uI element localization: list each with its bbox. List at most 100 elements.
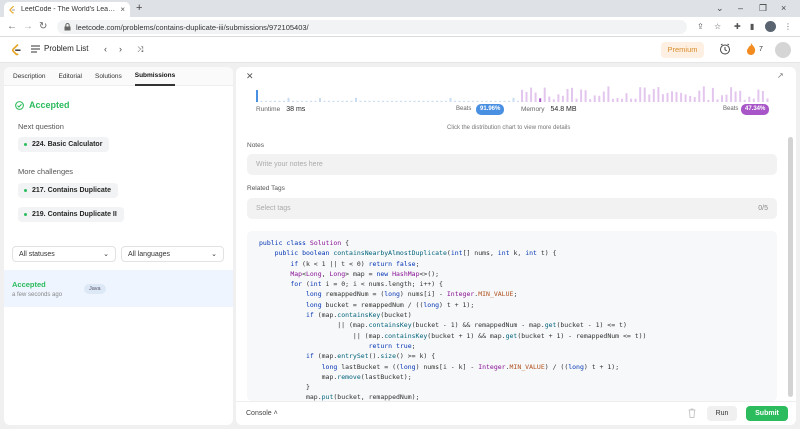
distribution-bar xyxy=(566,89,569,102)
tab-submissions[interactable]: Submissions xyxy=(134,67,176,86)
memory-beats-label: Beats xyxy=(723,106,739,112)
bookmark-star-icon[interactable]: ☆ xyxy=(714,21,721,33)
code-line: long remappedNum = (long) nums[i] - Inte… xyxy=(305,290,518,299)
distribution-bar xyxy=(707,99,710,102)
problem-list-button[interactable]: Problem List xyxy=(31,44,88,53)
shuffle-icon[interactable]: ⤨ xyxy=(137,44,143,55)
restore-button[interactable]: ❐ xyxy=(759,2,767,14)
chevron-down-icon: ⌄ xyxy=(211,251,217,258)
new-tab-button[interactable]: + xyxy=(136,2,142,15)
code-line: public boolean containsNearbyAlmostDupli… xyxy=(274,249,557,258)
forward-icon[interactable]: → xyxy=(23,20,33,33)
distribution-bar xyxy=(328,100,330,102)
tab-search-icon[interactable]: ⌄ xyxy=(716,2,724,14)
status-filter-value: All statuses xyxy=(19,250,55,258)
language-filter-select[interactable]: All languages ⌄ xyxy=(121,246,224,262)
notes-input[interactable]: Write your notes here xyxy=(247,154,777,175)
distribution-bar xyxy=(400,100,402,102)
browser-profile-avatar[interactable] xyxy=(765,21,776,32)
runtime-distribution-chart[interactable] xyxy=(256,84,526,102)
distribution-bar xyxy=(530,87,533,102)
submission-row[interactable]: Accepted a few seconds ago Java xyxy=(4,270,233,307)
tab-solutions[interactable]: Solutions xyxy=(95,67,122,86)
distribution-bar xyxy=(382,100,384,102)
streak-count: 7 xyxy=(759,46,763,53)
console-toggle[interactable]: Console ˄ xyxy=(246,410,278,417)
reload-icon[interactable]: ↻ xyxy=(39,20,47,33)
distribution-bar xyxy=(602,91,605,102)
distribution-bar xyxy=(589,99,592,102)
distribution-bar xyxy=(292,100,294,102)
solved-dot-icon xyxy=(24,143,27,146)
distribution-bar xyxy=(490,100,492,102)
leetcode-logo-icon[interactable] xyxy=(12,44,22,56)
distribution-bar xyxy=(725,94,728,102)
memory-beats-badge: 47.34% xyxy=(741,104,770,115)
share-icon[interactable]: ⇪ xyxy=(697,21,704,33)
distribution-bar xyxy=(575,98,578,102)
right-panel: ✕ ↗ Runtime 38 ms Beats 91.96% Memory 54.8… xyxy=(236,67,796,425)
distribution-bar xyxy=(395,100,398,102)
challenge-chip[interactable]: 219. Contains Duplicate II xyxy=(18,207,124,222)
trash-icon[interactable] xyxy=(688,408,696,418)
memory-metric: Memory 54.8 MB xyxy=(521,106,577,113)
challenge-chip[interactable]: 217. Contains Duplicate xyxy=(18,183,118,198)
distribution-bar xyxy=(409,100,411,102)
address-bar-row: ← → ↻ leetcode.com/problems/contains-dup… xyxy=(0,17,800,37)
open-external-icon[interactable]: ↗ xyxy=(777,71,784,80)
timer-icon[interactable] xyxy=(719,43,731,55)
distribution-bar xyxy=(265,100,267,102)
browser-tab[interactable]: LeetCode - The World's Leading ... × xyxy=(4,2,130,17)
browser-menu-icon[interactable]: ⋮ xyxy=(784,21,792,33)
status-filter-select[interactable]: All statuses ⌄ xyxy=(12,246,116,262)
distribution-bar xyxy=(625,93,628,102)
extensions-icon[interactable]: ✚ xyxy=(734,21,741,33)
distribution-bar xyxy=(580,89,583,102)
next-question-label: Next question xyxy=(18,122,64,131)
close-window-button[interactable]: × xyxy=(781,2,786,14)
code-view[interactable]: public class Solution { public boolean c… xyxy=(247,231,777,401)
close-icon[interactable]: ✕ xyxy=(246,71,254,82)
back-icon[interactable]: ← xyxy=(7,20,17,33)
runtime-beats-label: Beats xyxy=(456,106,472,112)
tab-editorial[interactable]: Editorial xyxy=(59,67,82,86)
distribution-bar xyxy=(598,95,601,102)
memory-label: Memory xyxy=(521,106,545,113)
distribution-bar xyxy=(543,87,546,102)
runtime-label: Runtime xyxy=(256,106,281,113)
code-line: Map<Long, Long> map = new HashMap<>(); xyxy=(290,269,440,278)
tab-title: LeetCode - The World's Leading ... xyxy=(21,6,116,13)
distribution-bar xyxy=(671,91,673,102)
distribution-bar xyxy=(341,100,344,102)
tab-close-icon[interactable]: × xyxy=(120,5,125,14)
prev-problem-icon[interactable]: ‹ xyxy=(104,44,107,55)
distribution-bar xyxy=(377,100,380,102)
distribution-bar xyxy=(296,100,299,102)
user-avatar[interactable] xyxy=(775,42,791,58)
tags-select[interactable]: Select tags 0/5 xyxy=(247,198,777,219)
submit-button[interactable]: Submit xyxy=(746,406,788,421)
tab-description[interactable]: Description xyxy=(13,67,46,86)
distribution-bar xyxy=(418,100,420,102)
premium-button[interactable]: Premium xyxy=(661,42,704,58)
next-problem-icon[interactable]: › xyxy=(119,44,122,55)
distribution-bar xyxy=(431,100,434,102)
run-button[interactable]: Run xyxy=(707,406,737,421)
distribution-bar xyxy=(571,87,573,102)
language-filter-value: All languages xyxy=(128,250,171,258)
scrollbar[interactable] xyxy=(788,137,793,397)
omnibox[interactable]: leetcode.com/problems/contains-duplicate… xyxy=(57,20,687,34)
memory-distribution-chart[interactable] xyxy=(521,84,771,102)
sidepanel-icon[interactable]: ▮ xyxy=(750,21,754,33)
streak-fire-icon[interactable] xyxy=(746,43,756,55)
distribution-bar xyxy=(752,98,755,102)
code-line: if (map.entrySet().size() >= k) { xyxy=(305,352,436,361)
distribution-bar xyxy=(494,100,497,102)
distribution-bar xyxy=(621,98,623,102)
distribution-bar xyxy=(693,97,696,102)
minimize-button[interactable]: – xyxy=(738,2,743,14)
distribution-bar xyxy=(684,94,687,102)
next-question-chip[interactable]: 224. Basic Calculator xyxy=(18,137,110,152)
distribution-bar xyxy=(648,94,651,102)
distribution-bar xyxy=(525,91,528,102)
